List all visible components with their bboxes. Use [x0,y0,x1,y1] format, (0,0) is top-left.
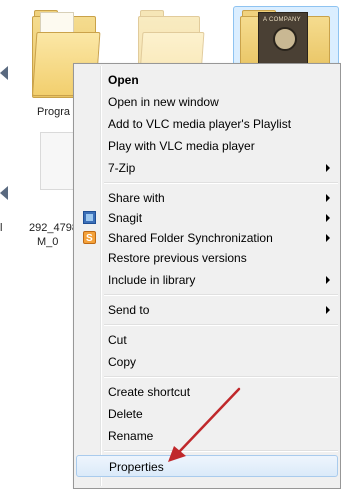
cover-title: A COMPANY [263,17,301,23]
menu-item-label: Share with [108,191,165,205]
file-label-line2[interactable]: M_0 [37,236,58,248]
menu-item-7zip[interactable]: 7-Zip [76,157,338,179]
menu-separator [104,324,338,326]
menu-item-label: Open [108,73,139,87]
menu-item-label: Shared Folder Synchronization [108,231,273,245]
menu-item-label: Restore previous versions [108,251,247,265]
partial-icon [0,186,8,200]
menu-item-label: Rename [108,429,154,443]
chevron-right-icon [326,306,330,314]
partial-label[interactable]: l [0,222,2,234]
menu-item-label: Add to VLC media player's Playlist [108,117,292,131]
shared-folder-sync-icon [83,228,96,250]
file-label[interactable]: 292_4798 [29,222,78,234]
menu-item-restore-versions[interactable]: Restore previous versions [76,247,338,269]
menu-item-play-vlc[interactable]: Play with VLC media player [76,135,338,157]
menu-item-copy[interactable]: Copy [76,351,338,373]
menu-item-label: 7-Zip [108,161,136,175]
menu-item-delete[interactable]: Delete [76,403,338,425]
partial-icon [0,66,8,80]
menu-item-label: Play with VLC media player [108,139,255,153]
menu-item-open[interactable]: Open [76,69,338,91]
menu-item-label: Include in library [108,273,196,287]
menu-item-create-shortcut[interactable]: Create shortcut [76,381,338,403]
menu-item-snagit[interactable]: Snagit [76,207,338,229]
chevron-right-icon [326,276,330,284]
chevron-right-icon [326,194,330,202]
menu-item-send-to[interactable]: Send to [76,299,338,321]
menu-separator [104,182,338,184]
chevron-right-icon [326,164,330,172]
menu-item-rename[interactable]: Rename [76,425,338,447]
snagit-icon [83,211,96,224]
menu-item-properties[interactable]: Properties [76,455,338,477]
menu-item-label: Snagit [108,211,143,225]
menu-item-label: Send to [108,303,150,317]
chevron-right-icon [326,234,330,242]
menu-separator [104,450,338,452]
menu-item-label: Copy [108,355,137,369]
chevron-right-icon [326,214,330,222]
menu-item-label: Delete [108,407,143,421]
context-menu: Open Open in new window Add to VLC media… [73,63,341,489]
menu-item-label: Cut [108,333,127,347]
menu-item-cut[interactable]: Cut [76,329,338,351]
menu-item-label: Properties [109,460,164,474]
menu-item-label: Create shortcut [108,385,191,399]
menu-item-label: Open in new window [108,95,219,109]
menu-item-add-vlc-playlist[interactable]: Add to VLC media player's Playlist [76,113,338,135]
menu-item-include-library[interactable]: Include in library [76,269,338,291]
menu-item-shared-folder-sync[interactable]: Shared Folder Synchronization [76,227,338,250]
folder-label[interactable]: Progra [37,106,70,118]
menu-separator [104,294,338,296]
menu-separator [104,376,338,378]
menu-item-share-with[interactable]: Share with [76,187,338,209]
album-cover-thumbnail: A COMPANY [258,12,308,64]
menu-item-open-new-window[interactable]: Open in new window [76,91,338,113]
